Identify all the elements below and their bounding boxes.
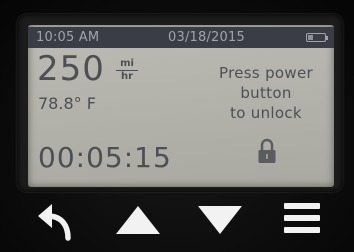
unlock-message-line2: button — [240, 84, 292, 102]
menu-button[interactable] — [272, 192, 332, 248]
down-button[interactable] — [190, 192, 250, 248]
menu-icon — [284, 203, 320, 233]
unlock-message: Press power button to unlock — [198, 63, 334, 123]
unlock-message-line3: to unlock — [230, 104, 302, 122]
battery-level-fill — [308, 35, 313, 40]
status-date: 03/18/2015 — [168, 30, 245, 45]
back-arrow-icon — [38, 204, 71, 241]
battery-tip — [326, 36, 328, 40]
back-button[interactable] — [32, 192, 92, 248]
hardware-button-row — [0, 192, 354, 252]
padlock-icon — [257, 137, 277, 165]
range-unit-top: mi — [116, 59, 138, 71]
range-unit: mi hr — [116, 59, 138, 82]
down-triangle-icon — [198, 206, 242, 234]
temperature-readout: 78.8° F — [38, 94, 96, 113]
up-button[interactable] — [108, 192, 168, 248]
status-time: 10:05 AM — [36, 30, 100, 45]
elapsed-timer: 00:05:15 — [38, 141, 172, 174]
lcd-screen: 10:05 AM 03/18/2015 250 mi hr 78.8° F Pr… — [28, 25, 334, 187]
range-unit-bottom: hr — [120, 71, 134, 82]
unlock-message-line1: Press power — [219, 64, 313, 82]
status-bar: 10:05 AM 03/18/2015 — [28, 27, 334, 48]
up-triangle-icon — [116, 206, 160, 234]
range-value: 250 — [37, 49, 105, 89]
device-panel: 10:05 AM 03/18/2015 250 mi hr 78.8° F Pr… — [0, 0, 354, 252]
battery-icon — [306, 33, 326, 42]
